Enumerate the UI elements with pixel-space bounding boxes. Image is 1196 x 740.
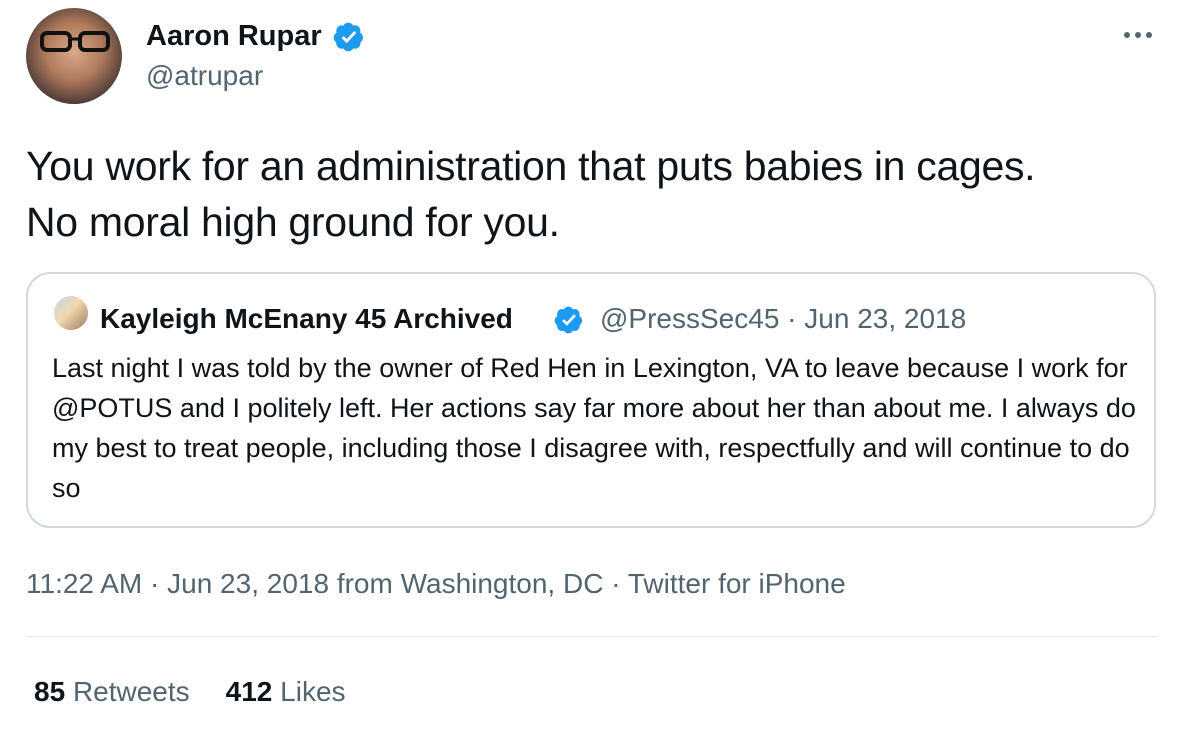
verified-badge-icon	[333, 22, 363, 52]
likes-count: 412	[225, 676, 273, 707]
tweet-time-link[interactable]: 11:22 AM	[26, 568, 142, 599]
author-avatar[interactable]	[26, 8, 122, 104]
author-handle[interactable]: @atrupar	[146, 58, 263, 94]
tweet-location: from Washington, DC	[329, 568, 604, 599]
quoted-tweet-card[interactable]: Kayleigh McEnany 45 Archived @PressSec45…	[26, 272, 1156, 528]
retweets-stat[interactable]: 85 Retweets	[34, 674, 190, 710]
more-options-icon[interactable]	[1118, 20, 1158, 50]
tweet-timestamp: 11:22 AM · Jun 23, 2018 from Washington,…	[26, 566, 846, 602]
retweets-count: 85	[34, 676, 66, 707]
quoted-author-name: Kayleigh McEnany 45 Archived	[100, 303, 513, 334]
timestamp-separator: ·	[603, 568, 628, 599]
quoted-author-avatar	[54, 296, 88, 330]
author-name[interactable]: Aaron Rupar	[146, 18, 322, 54]
divider	[26, 636, 1158, 637]
tweet-stats: 85 Retweets 412 Likes	[34, 674, 382, 710]
avatar-glasses-graphic	[40, 31, 110, 52]
tweet-client-link[interactable]: Twitter for iPhone	[628, 568, 846, 599]
quoted-tweet-meta: @PressSec45 · Jun 23, 2018	[600, 303, 967, 334]
timestamp-separator: ·	[142, 568, 168, 599]
quoted-tweet-text: Last night I was told by the owner of Re…	[52, 353, 1136, 503]
retweets-label: Retweets	[72, 676, 190, 707]
tweet-text: You work for an administration that puts…	[26, 143, 1036, 245]
likes-label: Likes	[280, 676, 346, 707]
tweet-date-link[interactable]: Jun 23, 2018	[167, 568, 329, 599]
verified-badge-icon	[554, 306, 583, 334]
tweet: Aaron Rupar @atrupar You work for an adm…	[0, 0, 1196, 740]
likes-stat[interactable]: 412 Likes	[226, 674, 346, 710]
